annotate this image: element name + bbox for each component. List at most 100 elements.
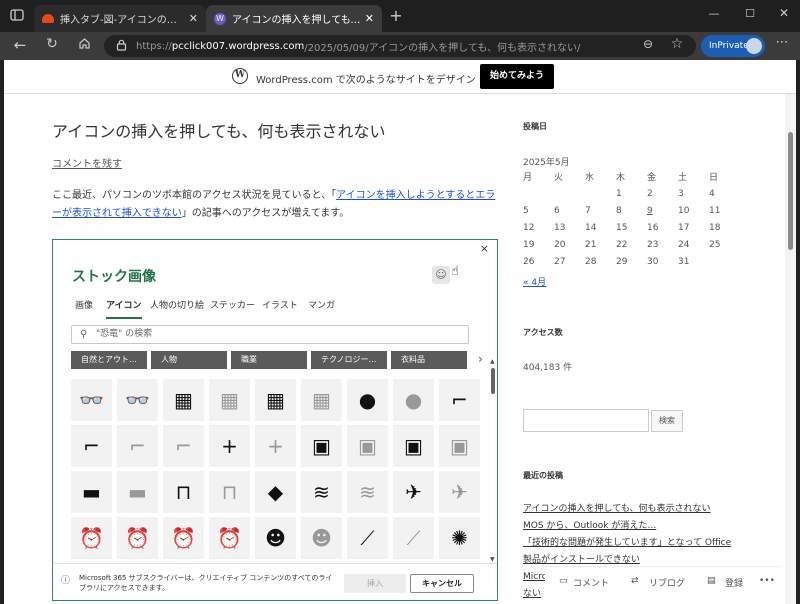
farm-field-outline-icon[interactable]: ≋ (347, 471, 388, 513)
tab-active[interactable]: W アイコンの挿入を押しても、何も表示さ ✕ (206, 5, 382, 32)
dialog-search-input[interactable]: ⚲ "恐竜" の検索 (71, 325, 469, 344)
alarm-ringing-outline-icon[interactable]: ⏰ (209, 517, 250, 559)
insert-button[interactable]: 挿入 (344, 574, 406, 593)
acorn-icon[interactable]: ● (347, 379, 388, 421)
recent-heading: 最近の投稿 (523, 471, 563, 480)
address-book-outline-icon[interactable]: ▣ (439, 425, 480, 467)
glasses-3d-outline-icon[interactable]: 👓 (117, 379, 158, 421)
tab-illustrations[interactable]: イラスト (262, 298, 298, 317)
sewing-needle-outline-icon[interactable]: ⟋ (393, 517, 434, 559)
address-book-outline-icon[interactable]: ▣ (347, 425, 388, 467)
more-menu-icon[interactable]: ⋯ (772, 35, 792, 50)
comment-icon[interactable]: ▭ (559, 576, 568, 586)
close-tab-icon[interactable]: ✕ (365, 12, 374, 25)
billboard-icon[interactable]: ⊓ (163, 471, 204, 513)
page-scrollbar[interactable] (785, 94, 796, 604)
prev-month-link[interactable]: « 4月 (523, 275, 546, 288)
tab-cutout-people[interactable]: 人物の切り絵 (150, 298, 204, 317)
calendar-day[interactable]: 9 (647, 202, 678, 219)
category-next-icon[interactable]: › (478, 352, 483, 366)
minimize-icon[interactable]: — (706, 7, 722, 20)
recent-post-link[interactable]: MOS から、Outlook が消えた… (523, 518, 785, 535)
pipe-outline-icon[interactable]: ⌐ (163, 425, 204, 467)
close-tab-icon[interactable]: ✕ (189, 12, 198, 25)
category-nature[interactable]: 自然とアウト… (71, 351, 147, 369)
sewing-needle-icon[interactable]: ⟋ (347, 517, 388, 559)
abacus-outline-icon[interactable]: ▦ (301, 379, 342, 421)
back-icon[interactable]: ← (10, 36, 30, 54)
scroll-thumb[interactable] (491, 368, 495, 394)
acorn-outline-icon[interactable]: ● (393, 379, 434, 421)
plus-outline-icon[interactable]: + (255, 425, 296, 467)
cancel-button[interactable]: キャンセル (410, 574, 474, 593)
africa-icon[interactable]: ◆ (255, 471, 296, 513)
site-info-icon[interactable]: ⊖ (640, 37, 656, 51)
new-tab-icon[interactable]: + (387, 6, 405, 25)
wordpress-logo-icon: W (232, 68, 248, 84)
recent-post-link[interactable]: アイコンの挿入を押しても、何も表示されない (523, 501, 785, 518)
home-icon[interactable] (74, 37, 94, 54)
calendar-weekday: 火 (554, 173, 564, 183)
sidebar-search-input[interactable] (523, 409, 649, 432)
wordpress-favicon-icon: W (214, 12, 226, 25)
yarn-ball-icon[interactable]: ✺ (439, 517, 480, 559)
abacus-icon[interactable]: ▦ (163, 379, 204, 421)
recent-post-link[interactable]: 「技術的な問題が発生しています」となって Office (523, 535, 785, 552)
address-book-icon[interactable]: ▣ (301, 425, 342, 467)
glasses-3d-icon[interactable]: 👓 (71, 379, 112, 421)
plus-icon[interactable]: + (209, 425, 250, 467)
tab-icons[interactable]: アイコン (106, 298, 142, 319)
pipe-icon[interactable]: ⌐ (71, 425, 112, 467)
alien-outline-icon[interactable]: ☻ (301, 517, 342, 559)
tab-stickers[interactable]: ステッカー (210, 298, 255, 317)
reblog-icon[interactable]: ⇄ (631, 576, 639, 586)
address-book-icon[interactable]: ▣ (393, 425, 434, 467)
smiley-icon[interactable]: ☺ (432, 266, 450, 284)
comment-button[interactable]: コメント (573, 576, 609, 589)
abacus-outline-icon[interactable]: ▦ (209, 379, 250, 421)
reload-icon[interactable]: ↻ (42, 36, 62, 52)
reblog-button[interactable]: リブログ (649, 576, 685, 589)
tab-inactive[interactable]: 挿入タブ-図-アイコンのダイアログが白 ✕ (34, 5, 206, 32)
category-clothing[interactable]: 衣料品 (391, 351, 467, 369)
abacus-icon[interactable]: ▦ (255, 379, 296, 421)
calendar-day-link[interactable]: 9 (647, 206, 653, 216)
sidebar-search-button[interactable]: 検索 (651, 410, 683, 432)
leave-comment-link[interactable]: コメントを残す (52, 155, 122, 170)
alien-icon[interactable]: ☻ (255, 517, 296, 559)
page-scroll-thumb[interactable] (788, 132, 793, 250)
airplane-icon[interactable]: ✈ (393, 471, 434, 513)
pipe-icon[interactable]: ⌐ (439, 379, 480, 421)
dialog-scrollbar[interactable]: ▲ ▼ (489, 356, 497, 566)
alarm-clock-icon[interactable]: ⏰ (71, 517, 112, 559)
bandage-outline-icon[interactable]: ▬ (117, 471, 158, 513)
dialog-close-icon[interactable]: × (480, 242, 489, 255)
maximize-icon[interactable]: ☐ (742, 7, 758, 20)
farm-field-icon[interactable]: ≋ (301, 471, 342, 513)
airplane-outline-icon[interactable]: ✈ (439, 471, 480, 513)
favorite-star-icon[interactable]: ☆ (668, 36, 686, 52)
calendar-day: 13 (554, 222, 566, 233)
scroll-down-icon[interactable]: ▼ (490, 556, 495, 563)
tab-images[interactable]: 画像 (75, 298, 93, 317)
billboard-outline-icon[interactable]: ⊓ (209, 471, 250, 513)
alarm-ringing-icon[interactable]: ⏰ (163, 517, 204, 559)
close-window-icon[interactable]: ✕ (776, 6, 792, 20)
alarm-clock-outline-icon[interactable]: ⏰ (117, 517, 158, 559)
tab-manga[interactable]: マンガ (308, 298, 335, 317)
more-actions-button[interactable]: ••• (759, 576, 775, 586)
workspaces-icon[interactable] (9, 8, 25, 24)
subscribe-button[interactable]: 登録 (725, 576, 743, 589)
category-people[interactable]: 人物 (151, 351, 227, 369)
dialog-footer: ⓘ Microsoft 365 サブスクライバーは、クリエイティブ コンテンツの… (53, 563, 497, 600)
url-field[interactable]: https://pcclick007.wordpress.com/2025/05… (104, 35, 696, 57)
category-technology[interactable]: テクノロジー… (311, 351, 387, 369)
subscribe-icon[interactable]: ▤ (707, 576, 716, 586)
bandage-icon[interactable]: ▬ (71, 471, 112, 513)
category-jobs[interactable]: 職業 (231, 351, 307, 369)
inprivate-badge[interactable]: InPrivate (701, 35, 765, 57)
pipe-outline-icon[interactable]: ⌐ (117, 425, 158, 467)
scroll-up-icon[interactable]: ▲ (490, 358, 495, 365)
get-started-button[interactable]: 始めてみよう (480, 64, 554, 89)
post-title: アイコンの挿入を押しても、何も表示されない (52, 122, 386, 141)
